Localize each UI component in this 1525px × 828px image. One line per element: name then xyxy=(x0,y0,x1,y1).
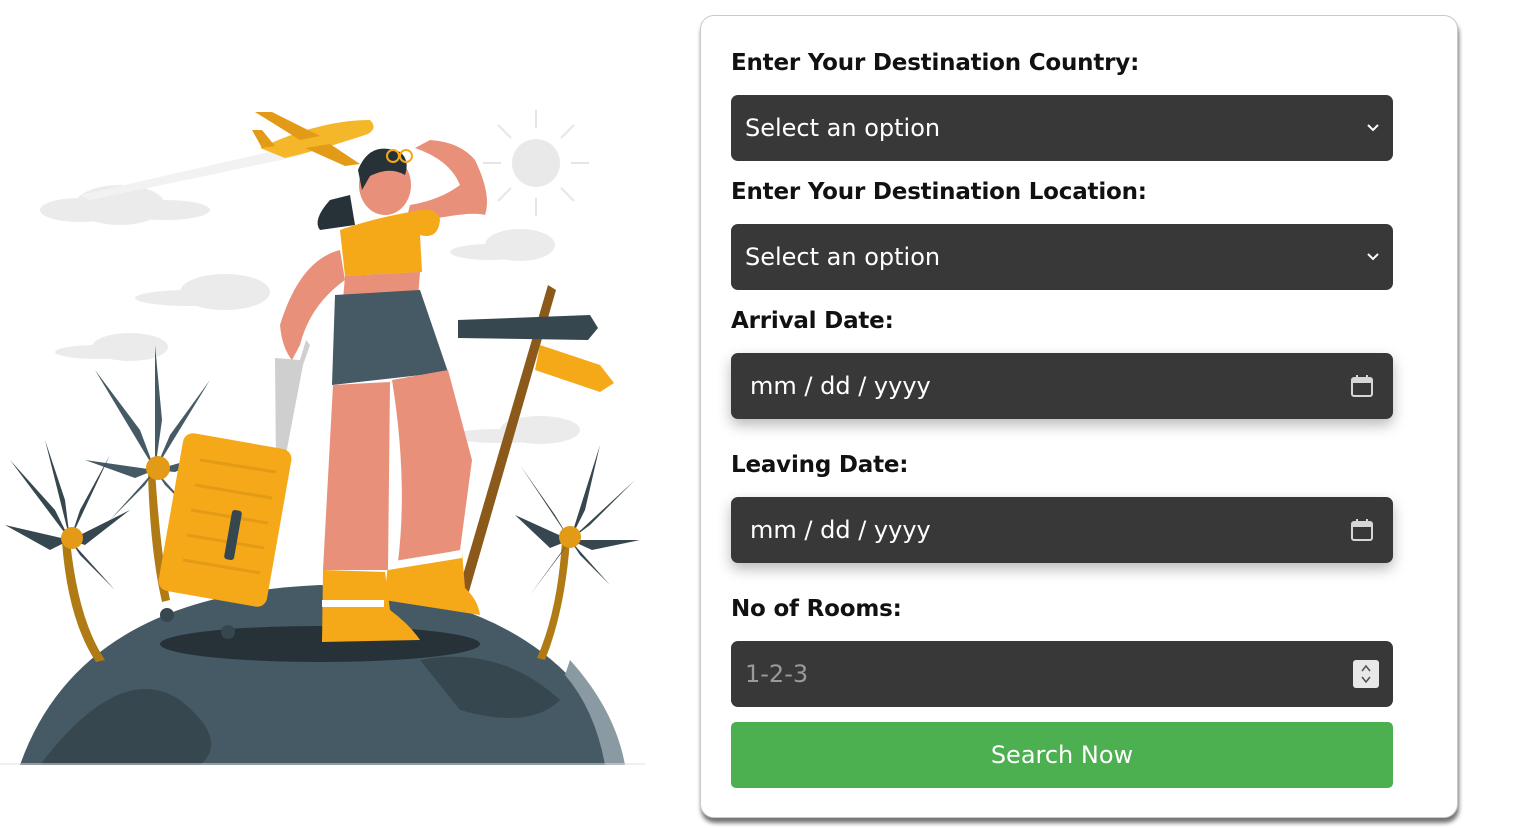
search-now-button[interactable]: Search Now xyxy=(731,722,1393,788)
country-label: Enter Your Destination Country: xyxy=(731,50,1140,76)
location-label: Enter Your Destination Location: xyxy=(731,179,1147,205)
arrival-date-placeholder: mm / dd / yyyy xyxy=(750,372,931,400)
country-select-value: Select an option xyxy=(745,114,941,142)
page: Enter Your Destination Country: Select a… xyxy=(0,0,1525,828)
leaving-date-placeholder: mm / dd / yyyy xyxy=(750,516,931,544)
country-select[interactable]: Select an option xyxy=(731,95,1393,161)
booking-form: Enter Your Destination Country: Select a… xyxy=(700,15,1458,818)
calendar-icon[interactable] xyxy=(1349,517,1375,543)
calendar-icon[interactable] xyxy=(1349,373,1375,399)
chevron-down-icon xyxy=(1367,251,1379,263)
leaving-date-input[interactable]: mm / dd / yyyy xyxy=(731,497,1393,563)
rooms-label: No of Rooms: xyxy=(731,596,902,622)
leaving-label: Leaving Date: xyxy=(731,452,909,478)
arrival-date-input[interactable]: mm / dd / yyyy xyxy=(731,353,1393,419)
sun-icon xyxy=(483,110,589,216)
rooms-input[interactable]: 1-2-3 xyxy=(731,641,1393,707)
location-select-value: Select an option xyxy=(745,243,941,271)
location-select[interactable]: Select an option xyxy=(731,224,1393,290)
travel-illustration xyxy=(0,100,650,770)
arrival-label: Arrival Date: xyxy=(731,308,894,334)
stepper-icon[interactable] xyxy=(1353,660,1379,688)
traveler-figure xyxy=(280,140,488,642)
chevron-down-icon xyxy=(1367,122,1379,134)
rooms-placeholder: 1-2-3 xyxy=(745,660,809,688)
